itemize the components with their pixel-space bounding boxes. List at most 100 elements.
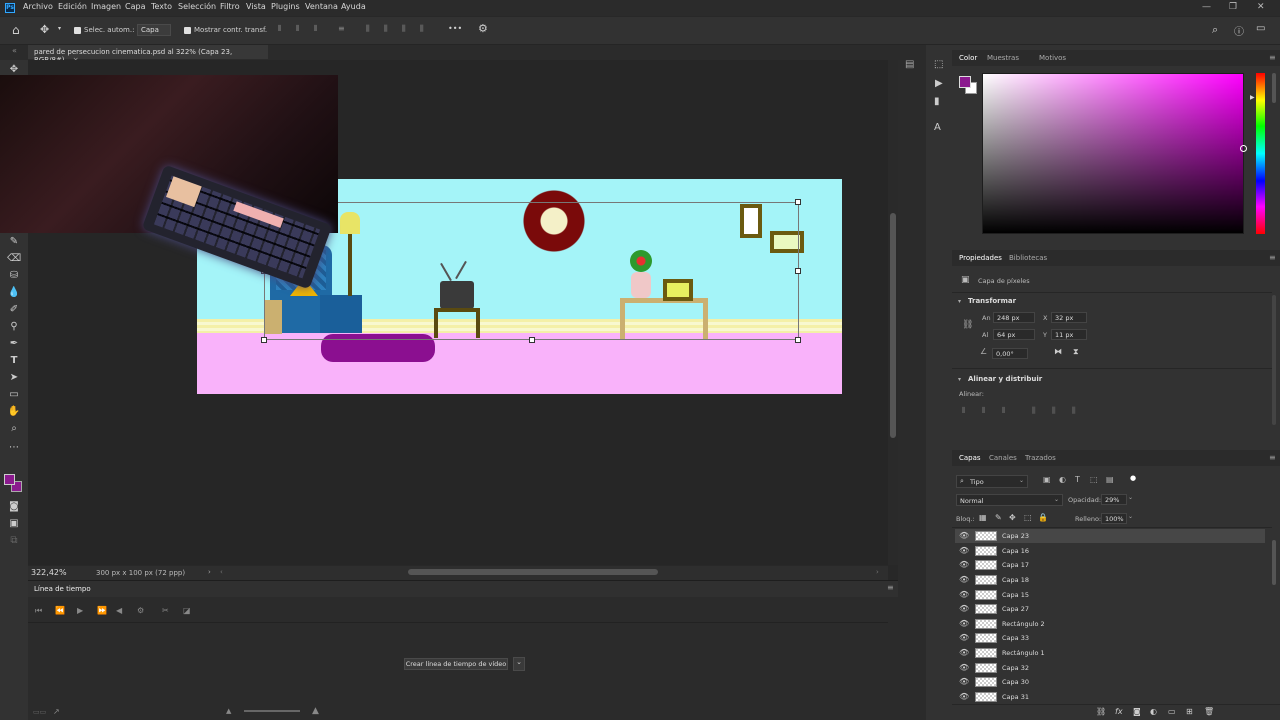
panel-menu-icon[interactable]: ≡: [1269, 453, 1276, 462]
flip-vertical-icon[interactable]: ⧗: [1073, 347, 1079, 357]
fill-field[interactable]: 100%: [1101, 513, 1127, 524]
layer-row[interactable]: 👁 Capa 31: [955, 690, 1265, 704]
flip-horizontal-icon[interactable]: ⧓: [1054, 347, 1062, 356]
tab-trazados[interactable]: Trazados: [1025, 454, 1056, 462]
distribute-bottom-icon[interactable]: ⫼: [402, 24, 406, 34]
layer-row[interactable]: 👁 Capa 15: [955, 588, 1265, 602]
properties-icon[interactable]: ⬚: [934, 59, 943, 70]
menu-ayuda[interactable]: Ayuda: [341, 2, 366, 11]
home-icon[interactable]: ⌂: [12, 23, 20, 37]
menu-imagen[interactable]: Imagen: [91, 2, 121, 11]
transition-icon[interactable]: ◪: [183, 606, 191, 615]
paint-bucket-icon[interactable]: ⛁: [7, 269, 21, 282]
pen-tool-icon[interactable]: ✒: [7, 337, 21, 350]
layer-row[interactable]: 👁 Capa 32: [955, 661, 1265, 675]
tab-muestras[interactable]: Muestras: [987, 54, 1019, 62]
eraser-tool-icon[interactable]: ⌫: [7, 252, 21, 265]
color-picker-cursor[interactable]: [1240, 145, 1247, 152]
link-layers-icon[interactable]: ⛓: [1096, 707, 1106, 716]
hue-marker-icon[interactable]: ▶: [1250, 94, 1255, 101]
zoom-out-icon[interactable]: ▲: [226, 707, 231, 715]
layer-row[interactable]: 👁 Capa 30: [955, 675, 1265, 689]
prev-frame-icon[interactable]: ⏪: [55, 606, 65, 615]
panel-menu-icon[interactable]: ≡: [887, 583, 894, 592]
layer-row[interactable]: 👁 Rectángulo 1: [955, 646, 1265, 660]
rectangle-tool-icon[interactable]: ▭: [7, 388, 21, 401]
layer-row[interactable]: 👁 Rectángulo 2: [955, 617, 1265, 631]
scroll-right-icon[interactable]: ›: [876, 568, 879, 576]
artboard-icon[interactable]: ⧉: [7, 534, 21, 547]
lock-pixels-icon[interactable]: ✎: [995, 513, 1002, 522]
layer-row[interactable]: 👁 Capa 27: [955, 602, 1265, 616]
scroll-left-icon[interactable]: ‹: [220, 568, 223, 576]
lock-position-icon[interactable]: ✥: [1009, 513, 1016, 522]
layer-row[interactable]: 👁 Capa 23: [955, 529, 1265, 543]
vertical-scroll-thumb[interactable]: [890, 213, 896, 438]
layer-row[interactable]: 👁 Capa 18: [955, 573, 1265, 587]
burn-tool-icon[interactable]: ⚲: [7, 320, 21, 333]
align-top-icon[interactable]: ⫼: [1032, 406, 1036, 416]
settings-icon[interactable]: ⚙: [137, 606, 144, 615]
align-left-icon[interactable]: ⫴: [962, 406, 965, 416]
chevron-down-icon[interactable]: ▾: [58, 25, 61, 32]
menu-filtro[interactable]: Filtro: [220, 2, 240, 11]
menu-plugins[interactable]: Plugins: [271, 2, 300, 11]
collapse-icon[interactable]: «: [12, 46, 17, 55]
tab-color[interactable]: Color: [959, 54, 977, 62]
visibility-eye-icon[interactable]: 👁: [959, 619, 969, 628]
group-folder-icon[interactable]: ▭: [1168, 707, 1176, 716]
blend-mode-select[interactable]: Normal ⌄: [956, 494, 1063, 506]
more-tools-icon[interactable]: ⋯: [7, 441, 21, 454]
align-left-icon[interactable]: ⫴: [278, 24, 281, 34]
visibility-eye-icon[interactable]: 👁: [959, 663, 969, 672]
visibility-eye-icon[interactable]: 👁: [959, 692, 969, 701]
timeline-render-icon[interactable]: ▭▭: [33, 708, 46, 716]
filter-shape-icon[interactable]: ⬚: [1090, 475, 1098, 484]
visibility-eye-icon[interactable]: 👁: [959, 560, 969, 569]
split-icon[interactable]: ✂: [162, 606, 169, 615]
blur-tool-icon[interactable]: 💧: [7, 286, 21, 299]
visibility-eye-icon[interactable]: 👁: [959, 575, 969, 584]
close-window-icon[interactable]: ✕: [1257, 2, 1265, 12]
document-tab[interactable]: pared de persecucion cinematica.psd al 3…: [28, 45, 268, 64]
hand-tool-icon[interactable]: ✋: [7, 405, 21, 418]
tab-propiedades[interactable]: Propiedades: [959, 254, 1002, 262]
layer-row[interactable]: 👁 Capa 16: [955, 544, 1265, 558]
layer-filter-select[interactable]: ⌕ Tipo ⌄: [956, 475, 1028, 488]
visibility-eye-icon[interactable]: 👁: [959, 604, 969, 613]
transform-handle[interactable]: [795, 268, 801, 274]
timeline-zoom-slider[interactable]: [244, 710, 300, 712]
x-field[interactable]: 32 px: [1051, 312, 1087, 323]
tab-motivos[interactable]: Motivos: [1039, 54, 1066, 62]
menu-vista[interactable]: Vista: [246, 2, 266, 11]
distribute-middle-icon[interactable]: ⫼: [384, 24, 388, 34]
filter-toggle-icon[interactable]: ●: [1130, 474, 1136, 482]
history-icon[interactable]: ▤: [905, 59, 914, 70]
properties-scrollbar[interactable]: [1272, 295, 1276, 425]
visibility-eye-icon[interactable]: 👁: [959, 590, 969, 599]
brush-tool-icon[interactable]: ✎: [7, 235, 21, 248]
convert-icon[interactable]: ↗: [53, 707, 60, 716]
lock-transparency-icon[interactable]: ▦: [979, 513, 987, 522]
width-field[interactable]: 248 px: [993, 312, 1035, 323]
actions-play-icon[interactable]: ▶: [935, 78, 943, 89]
filter-adjustment-icon[interactable]: ◐: [1059, 475, 1066, 484]
zoom-level[interactable]: 322,42%: [31, 568, 67, 577]
more-options-icon[interactable]: •••: [448, 24, 462, 33]
next-frame-icon[interactable]: ⏩: [97, 606, 107, 615]
transform-handle[interactable]: [529, 337, 535, 343]
trash-icon[interactable]: 🗑: [1204, 707, 1214, 716]
maximize-icon[interactable]: ❐: [1229, 2, 1237, 12]
tab-capas[interactable]: Capas: [959, 454, 981, 462]
layers-scrollbar[interactable]: [1272, 540, 1276, 585]
transform-handle[interactable]: [795, 337, 801, 343]
distribute-icon[interactable]: ⫼: [366, 24, 370, 34]
gear-icon[interactable]: ⚙: [478, 22, 488, 35]
horizontal-scroll-thumb[interactable]: [408, 569, 658, 575]
zoom-in-icon[interactable]: ▲: [312, 706, 319, 716]
align-center-icon[interactable]: ⫴: [296, 24, 299, 34]
help-icon[interactable]: ⓘ: [1234, 23, 1244, 38]
menu-seleccion[interactable]: Selección: [178, 2, 216, 11]
status-chevron-icon[interactable]: ›: [208, 568, 211, 576]
workspace-icon[interactable]: ▭: [1256, 23, 1265, 34]
